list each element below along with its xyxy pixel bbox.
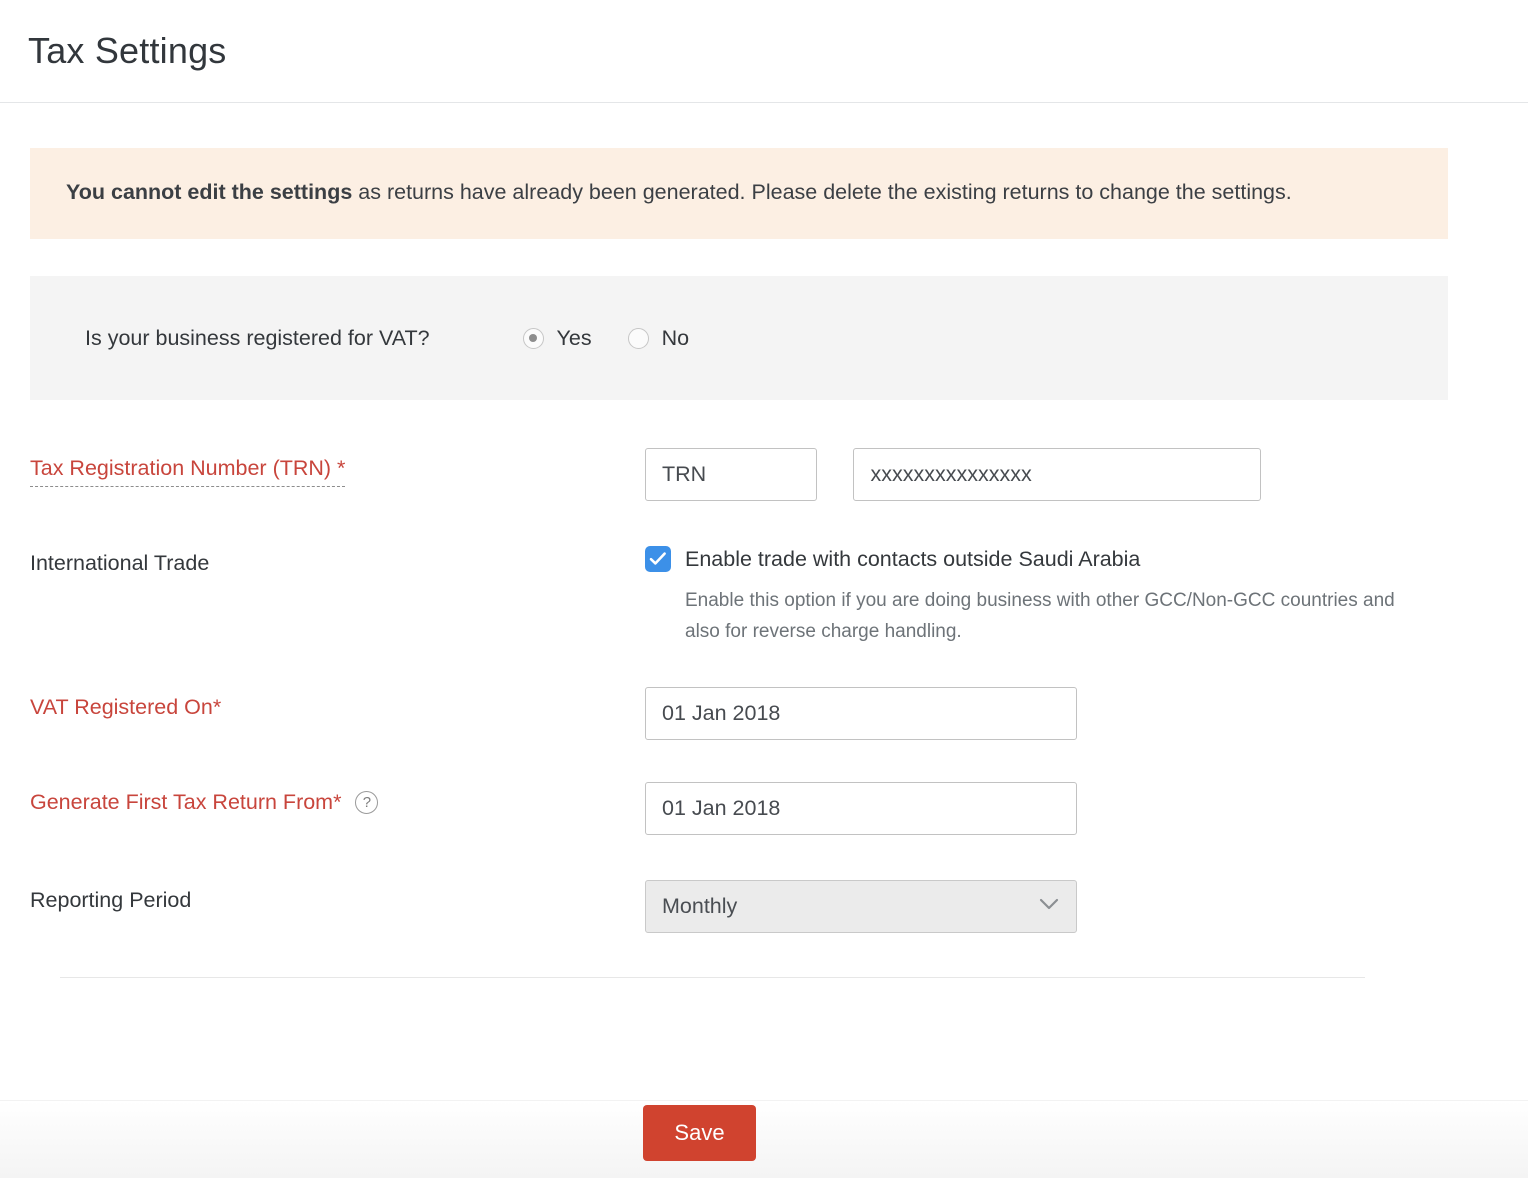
trn-label-cell: Tax Registration Number (TRN) * bbox=[30, 448, 645, 487]
vat-registered-on-field-cell bbox=[645, 687, 1448, 740]
trn-value-input[interactable] bbox=[853, 448, 1261, 501]
page-header: Tax Settings bbox=[0, 0, 1528, 103]
warning-banner-text: as returns have already been generated. … bbox=[352, 180, 1291, 204]
vat-registration-panel: Is your business registered for VAT? Yes… bbox=[30, 276, 1448, 400]
page-title: Tax Settings bbox=[28, 33, 227, 69]
warning-banner: You cannot edit the settings as returns … bbox=[30, 148, 1448, 239]
reporting-period-label: Reporting Period bbox=[30, 880, 645, 913]
vat-registered-on-label: VAT Registered On* bbox=[30, 687, 645, 720]
vat-registered-on-input[interactable] bbox=[645, 687, 1077, 740]
radio-indicator-yes[interactable] bbox=[523, 328, 544, 349]
generate-first-return-input[interactable] bbox=[645, 782, 1077, 835]
question-mark-icon[interactable]: ? bbox=[355, 791, 378, 814]
form-row-vat-registered-on: VAT Registered On* bbox=[30, 687, 1448, 740]
radio-indicator-no[interactable] bbox=[628, 328, 649, 349]
radio-option-yes[interactable]: Yes bbox=[523, 326, 592, 351]
radio-label-yes: Yes bbox=[557, 326, 592, 351]
radio-label-no: No bbox=[662, 326, 689, 351]
tax-settings-form: Tax Registration Number (TRN) * Internat… bbox=[30, 400, 1448, 978]
form-row-reporting-period: Reporting Period Monthly bbox=[30, 880, 1448, 933]
vat-question-label: Is your business registered for VAT? bbox=[85, 326, 430, 351]
form-row-trn: Tax Registration Number (TRN) * bbox=[30, 448, 1448, 501]
form-row-generate-first-return: Generate First Tax Return From* ? bbox=[30, 782, 1448, 835]
settings-content: You cannot edit the settings as returns … bbox=[0, 148, 1528, 978]
form-row-international-trade: International Trade Enable trade with co… bbox=[30, 543, 1448, 647]
international-trade-label: International Trade bbox=[30, 543, 645, 576]
vat-radio-group: Yes No bbox=[523, 326, 726, 351]
form-divider bbox=[60, 977, 1365, 978]
reporting-period-field-cell: Monthly bbox=[645, 880, 1448, 933]
generate-first-return-label: Generate First Tax Return From* bbox=[30, 790, 341, 814]
international-trade-checkbox-row[interactable]: Enable trade with contacts outside Saudi… bbox=[645, 543, 1448, 572]
generate-first-return-label-cell: Generate First Tax Return From* ? bbox=[30, 782, 645, 815]
radio-option-no[interactable]: No bbox=[628, 326, 689, 351]
footer-bar bbox=[0, 1100, 1528, 1178]
warning-banner-bold: You cannot edit the settings bbox=[66, 180, 352, 204]
international-trade-description: Enable this option if you are doing busi… bbox=[685, 586, 1430, 647]
reporting-period-selected-value[interactable]: Monthly bbox=[645, 880, 1077, 933]
trn-label: Tax Registration Number (TRN) * bbox=[30, 456, 345, 487]
trn-field-cell bbox=[645, 448, 1448, 501]
checkbox-enable-trade-label: Enable trade with contacts outside Saudi… bbox=[685, 547, 1140, 572]
trn-prefix-input[interactable] bbox=[645, 448, 817, 501]
generate-first-return-field-cell bbox=[645, 782, 1448, 835]
save-button[interactable]: Save bbox=[643, 1105, 756, 1161]
reporting-period-select[interactable]: Monthly bbox=[645, 880, 1077, 933]
international-trade-field-cell: Enable trade with contacts outside Saudi… bbox=[645, 543, 1448, 647]
checkbox-enable-trade[interactable] bbox=[645, 546, 671, 572]
